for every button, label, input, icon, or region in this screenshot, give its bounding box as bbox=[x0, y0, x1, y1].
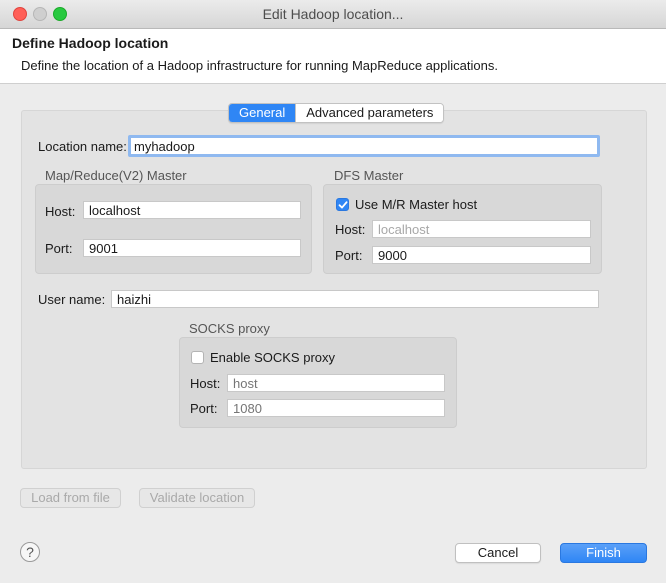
window-title: Edit Hadoop location... bbox=[262, 6, 404, 22]
dfs-port-label: Port: bbox=[335, 248, 363, 263]
location-name-input[interactable] bbox=[128, 135, 600, 157]
socks-host-input[interactable] bbox=[227, 374, 445, 392]
cancel-button[interactable]: Cancel bbox=[455, 543, 541, 563]
validate-location-button[interactable]: Validate location bbox=[139, 488, 255, 508]
enable-socks-proxy-label: Enable SOCKS proxy bbox=[210, 350, 336, 365]
user-name-input[interactable] bbox=[111, 290, 599, 308]
use-mr-master-host-checkbox[interactable] bbox=[336, 198, 349, 211]
location-name-label: Location name: bbox=[38, 139, 127, 154]
dfs-master-group-title: DFS Master bbox=[334, 168, 404, 183]
socks-port-input[interactable] bbox=[227, 399, 445, 417]
dialog-header: Define Hadoop location Define the locati… bbox=[0, 29, 666, 84]
mr-port-input[interactable] bbox=[83, 239, 301, 257]
socks-proxy-group-title: SOCKS proxy bbox=[189, 321, 270, 336]
load-from-file-button[interactable]: Load from file bbox=[20, 488, 121, 508]
mr-master-group-title: Map/Reduce(V2) Master bbox=[45, 168, 187, 183]
mr-master-group bbox=[35, 184, 312, 274]
use-mr-master-host-label: Use M/R Master host bbox=[355, 197, 478, 212]
mr-host-input[interactable] bbox=[83, 201, 301, 219]
checkmark-icon bbox=[338, 201, 348, 209]
dialog-description: Define the location of a Hadoop infrastr… bbox=[21, 58, 498, 73]
mr-host-label: Host: bbox=[45, 204, 76, 219]
socks-host-label: Host: bbox=[190, 376, 221, 391]
dfs-port-input[interactable] bbox=[372, 246, 591, 264]
socks-port-label: Port: bbox=[190, 401, 218, 416]
tab-advanced-parameters[interactable]: Advanced parameters bbox=[295, 104, 444, 122]
dfs-host-label: Host: bbox=[335, 222, 366, 237]
tab-general[interactable]: General bbox=[229, 104, 296, 122]
user-name-label: User name: bbox=[38, 292, 106, 307]
tab-bar: General Advanced parameters bbox=[228, 103, 445, 123]
finish-button[interactable]: Finish bbox=[560, 543, 647, 563]
enable-socks-proxy-checkbox[interactable] bbox=[191, 351, 204, 364]
title-bar: Edit Hadoop location... bbox=[0, 0, 666, 29]
help-icon[interactable]: ? bbox=[20, 542, 40, 562]
mr-port-label: Port: bbox=[45, 241, 73, 256]
dialog-title: Define Hadoop location bbox=[12, 35, 169, 51]
dfs-host-input[interactable] bbox=[372, 220, 591, 238]
